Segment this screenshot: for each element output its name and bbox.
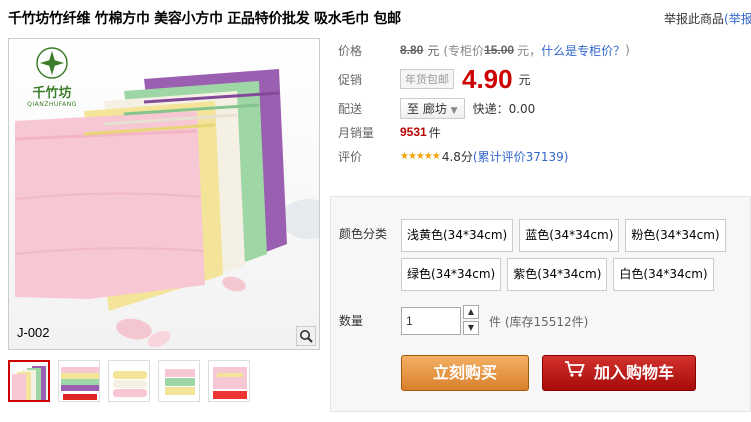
color-option-green[interactable]: 绿色(34*34cm): [401, 258, 502, 291]
quantity-input[interactable]: [401, 307, 461, 335]
thumbnail-1[interactable]: [8, 360, 50, 402]
thumbnail-strip: [8, 360, 250, 402]
product-title: 千竹坊竹纤维 竹棉方巾 美容小方巾 正品特价批发 吸水毛巾 包邮: [8, 11, 401, 27]
product-code-label: J-002: [17, 325, 50, 340]
color-option-label: 颜色分类: [339, 227, 388, 241]
color-option-purple[interactable]: 紫色(34*34cm): [507, 258, 608, 291]
price-label: 价格: [338, 43, 363, 58]
promo-row: 促销 年货包邮 4.90 元: [338, 62, 748, 96]
original-price: 8.80: [400, 43, 424, 57]
magnifier-icon[interactable]: [296, 326, 316, 346]
quantity-label: 数量: [339, 314, 364, 328]
rating-score: 4.8分: [441, 149, 473, 164]
shipping-destination-select[interactable]: 至 廊坊 ▼: [400, 97, 465, 119]
shipping-label: 配送: [338, 101, 363, 116]
counter-price-close: ): [625, 43, 630, 57]
report-text[interactable]: 举报此商品: [664, 12, 724, 26]
monthly-sales-count: 9531: [400, 125, 427, 139]
shipping-row: 配送 至 廊坊 ▼ 快递：0.00: [338, 96, 748, 120]
thumbnail-5[interactable]: [208, 360, 250, 402]
shipping-fee: 快递：0.00: [472, 101, 536, 116]
quantity-stepper: ▲ ▼: [463, 305, 479, 335]
stock-text: 件 (库存15512件): [489, 315, 589, 329]
shopping-cart-icon: [564, 356, 586, 390]
rating-label: 评价: [338, 149, 363, 164]
quantity-decrease-button[interactable]: ▼: [463, 321, 479, 335]
price-row: 价格 8.80 元 (专柜价 15.00 元， 什么是专柜价？ ): [338, 38, 748, 62]
rating-row: 评价 ★★★★★ 4.8分 (累计评价37139): [338, 144, 748, 168]
review-count-link[interactable]: (累计评价37139): [473, 148, 569, 165]
price-unit: 元: [427, 43, 440, 58]
color-option-white[interactable]: 白色(34*34cm): [613, 258, 714, 291]
promo-tag: 年货包邮: [400, 69, 454, 89]
add-to-cart-label[interactable]: 加入购物车: [594, 356, 674, 390]
brand-name: 千竹坊: [32, 86, 72, 101]
counter-price: 15.00: [484, 43, 515, 57]
color-options: 浅黄色(34*34cm) 蓝色(34*34cm) 粉色(34*34cm) 绿色(…: [401, 219, 746, 291]
thumbnail-3[interactable]: [108, 360, 150, 402]
report-link-paren[interactable]: (举报: [724, 12, 751, 26]
thumbnail-2[interactable]: [58, 360, 100, 402]
main-product-image[interactable]: 千竹坊 QIANZHUFANG J-002: [8, 38, 320, 350]
color-option-light-yellow[interactable]: 浅黄色(34*34cm): [401, 219, 514, 252]
sales-label: 月销量: [338, 125, 375, 140]
bamboo-logo-icon: [36, 47, 68, 79]
counter-price-help-link[interactable]: 什么是专柜价？: [541, 42, 625, 59]
promo-price-unit: 元: [518, 72, 531, 87]
add-to-cart-button[interactable]: 加入购物车: [542, 355, 696, 391]
thumbnail-4[interactable]: [158, 360, 200, 402]
product-properties: 价格 8.80 元 (专柜价 15.00 元， 什么是专柜价？ ) 促销 年货包…: [338, 38, 748, 168]
quantity-increase-button[interactable]: ▲: [463, 305, 479, 319]
brand-subtitle: QIANZHUFANG: [27, 101, 77, 108]
promo-price: 4.90: [462, 63, 513, 94]
star-rating-icon: ★★★★★: [400, 150, 441, 162]
report-link[interactable]: 举报此商品(举报: [664, 10, 751, 27]
color-option-pink[interactable]: 粉色(34*34cm): [625, 219, 726, 252]
counter-price-suffix: 元，: [517, 43, 542, 58]
shipping-destination[interactable]: 至 廊坊: [407, 102, 447, 116]
color-option-blue[interactable]: 蓝色(34*34cm): [519, 219, 620, 252]
chevron-down-icon: ▼: [450, 105, 458, 116]
sales-unit: 件: [428, 125, 441, 140]
purchase-panel: 颜色分类 浅黄色(34*34cm) 蓝色(34*34cm) 粉色(34*34cm…: [330, 196, 751, 412]
counter-price-text: (专柜价: [443, 43, 485, 58]
promo-label: 促销: [338, 72, 363, 87]
sales-row: 月销量 9531 件: [338, 120, 748, 144]
brand-logo-block: 千竹坊 QIANZHUFANG: [19, 47, 85, 108]
buy-now-button[interactable]: 立刻购买: [401, 355, 529, 391]
